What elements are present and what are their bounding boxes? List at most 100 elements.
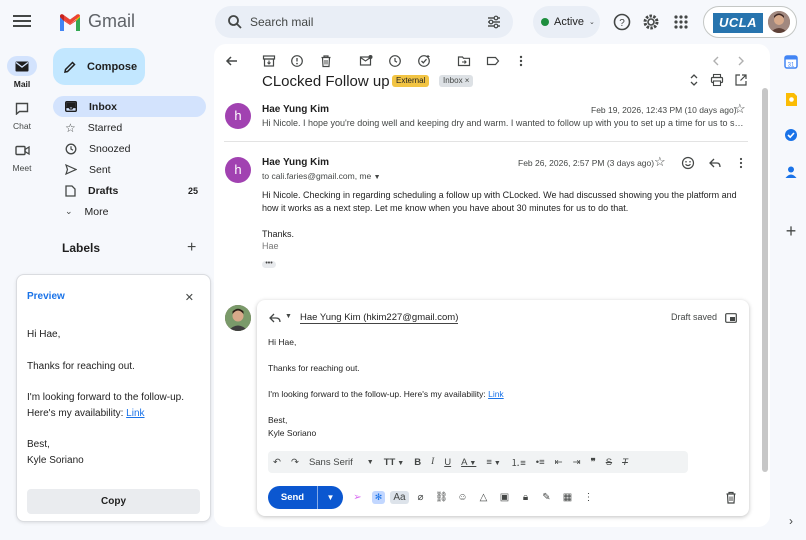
indent-more-icon[interactable]: ⇥ — [568, 457, 586, 468]
move-to-folder-icon[interactable] — [457, 54, 471, 68]
add-label-icon[interactable]: + — [187, 239, 196, 257]
font-family-select[interactable]: Sans Serif ▼ — [304, 457, 379, 468]
newer-chevron-left-icon[interactable] — [709, 54, 723, 68]
show-trimmed-content-button[interactable]: ••• — [262, 260, 276, 268]
star-icon[interactable]: ☆ — [654, 154, 666, 170]
report-spam-icon[interactable] — [290, 54, 304, 68]
draft-body[interactable]: Hi Hae, Thanks for reaching out. I'm loo… — [268, 336, 504, 440]
gemini-sparkle-icon[interactable]: ➢ — [347, 492, 368, 503]
settings-gear-icon[interactable] — [641, 12, 661, 32]
open-new-window-icon[interactable] — [734, 73, 748, 87]
insert-link-icon[interactable]: ⛓ — [431, 492, 452, 503]
indent-less-icon[interactable]: ⇤ — [550, 457, 568, 468]
delete-trash-icon[interactable] — [319, 54, 333, 68]
calendar-event-icon[interactable]: ▦ — [557, 492, 578, 503]
undo-icon[interactable]: ↶ — [268, 457, 286, 468]
scrollbar-thumb[interactable] — [762, 88, 768, 472]
close-icon[interactable]: ✕ — [185, 291, 194, 304]
remove-formatting-icon[interactable]: T — [617, 457, 633, 468]
reply-icon[interactable] — [269, 313, 281, 323]
calendar-icon[interactable]: 31 — [781, 52, 801, 72]
bulleted-list-icon[interactable]: •≡ — [531, 457, 550, 468]
availability-link[interactable]: Link — [488, 389, 504, 399]
nav-snoozed[interactable]: Snoozed — [53, 138, 206, 159]
pop-out-icon[interactable] — [725, 313, 737, 323]
schedule-send-caret-icon[interactable]: ▼ — [318, 493, 343, 502]
font-size-icon[interactable]: TT ▼ — [379, 457, 409, 468]
recipients-line[interactable]: to cali.faries@gmail.com, me ▼ — [262, 171, 381, 181]
rail-chat[interactable]: Chat — [0, 98, 44, 131]
print-icon[interactable] — [710, 73, 724, 87]
discard-draft-trash-icon[interactable] — [725, 491, 737, 504]
redo-icon[interactable]: ↷ — [286, 457, 304, 468]
draft-recipient[interactable]: Hae Yung Kim (hkim227@gmail.com) — [300, 312, 459, 324]
signature-pen-icon[interactable]: ✎ — [536, 492, 557, 503]
account-switcher[interactable]: UCLA — [703, 6, 797, 38]
confidential-mode-icon[interactable]: 🔒︎ — [515, 492, 536, 503]
sender-avatar[interactable]: h — [225, 157, 251, 183]
google-drive-icon[interactable]: △ — [473, 492, 494, 503]
help-icon[interactable]: ? — [612, 12, 632, 32]
email-subject: CLocked Follow up — [262, 73, 390, 90]
numbered-list-icon[interactable]: ⒈≡ — [506, 455, 531, 469]
send-button-group: Send ▼ — [268, 486, 343, 509]
strikethrough-icon[interactable]: S — [601, 457, 617, 468]
message-snippet[interactable]: Hi Nicole. I hope you're doing well and … — [262, 118, 747, 128]
more-options-icon[interactable]: ⋮ — [578, 492, 599, 503]
tasks-icon[interactable] — [781, 125, 801, 145]
expand-all-icon[interactable] — [687, 73, 701, 87]
search-options-icon[interactable] — [487, 15, 501, 29]
send-button[interactable]: Send — [268, 492, 317, 503]
user-avatar[interactable] — [768, 11, 790, 33]
attach-file-icon[interactable]: ⌀ — [410, 492, 431, 503]
contacts-icon[interactable] — [781, 162, 801, 182]
labels-heading: Labels — [62, 241, 101, 255]
chevron-right-icon[interactable]: › — [781, 511, 801, 531]
underline-icon[interactable]: U — [439, 457, 456, 468]
emoji-react-icon[interactable] — [681, 156, 695, 170]
text-color-icon[interactable]: A ▼ — [456, 457, 481, 468]
nav-inbox[interactable]: Inbox — [53, 96, 206, 117]
label-tag-icon[interactable] — [486, 54, 500, 68]
more-vertical-icon[interactable] — [514, 54, 528, 68]
nav-drafts[interactable]: Drafts 25 — [53, 180, 206, 201]
search-icon[interactable] — [227, 14, 243, 30]
availability-link[interactable]: Link — [126, 408, 144, 419]
copy-button[interactable]: Copy — [27, 489, 200, 514]
rail-mail[interactable]: Mail — [0, 56, 44, 89]
main-menu-icon[interactable] — [12, 12, 32, 32]
back-arrow-icon[interactable] — [225, 54, 239, 68]
formatting-options-icon[interactable]: Aa — [389, 491, 410, 504]
archive-icon[interactable] — [262, 54, 276, 68]
inbox-label-chip[interactable]: Inbox × — [439, 75, 474, 87]
apps-grid-icon[interactable] — [671, 12, 691, 32]
bold-icon[interactable]: B — [409, 457, 426, 468]
add-task-icon[interactable] — [417, 54, 431, 68]
more-vertical-icon[interactable] — [734, 156, 748, 170]
nav-starred[interactable]: ☆ Starred — [53, 117, 206, 138]
keep-notes-icon[interactable] — [781, 89, 801, 109]
status-selector[interactable]: Active ⌄ — [533, 6, 600, 38]
mark-unread-icon[interactable] — [359, 54, 373, 68]
reply-type-caret-icon[interactable]: ▼ — [285, 313, 292, 320]
italic-icon[interactable]: I — [426, 457, 439, 467]
snooze-clock-icon[interactable] — [388, 54, 402, 68]
insert-emoji-icon[interactable]: ☺ — [452, 492, 473, 503]
quote-icon[interactable]: ❞ — [586, 457, 601, 468]
status-label: Active — [554, 16, 584, 28]
gmail-logo[interactable]: Gmail — [58, 11, 135, 32]
rail-meet[interactable]: Meet — [0, 140, 44, 173]
align-icon[interactable]: ≡ ▼ — [481, 457, 505, 468]
nav-sent[interactable]: Sent — [53, 159, 206, 180]
add-addon-icon[interactable]: + — [781, 221, 801, 241]
compose-button[interactable]: Compose — [53, 48, 145, 85]
nav-more[interactable]: ⌄ More — [53, 201, 206, 222]
reply-icon[interactable] — [708, 156, 722, 170]
smart-compose-icon[interactable]: ✻ — [368, 491, 389, 504]
search-input[interactable]: Search mail — [250, 15, 313, 29]
sender-avatar[interactable]: h — [225, 103, 251, 129]
search-bar[interactable]: Search mail — [215, 6, 513, 38]
star-icon[interactable]: ☆ — [734, 101, 746, 117]
older-chevron-right-icon[interactable] — [734, 54, 748, 68]
insert-photo-icon[interactable]: ▣ — [494, 492, 515, 503]
